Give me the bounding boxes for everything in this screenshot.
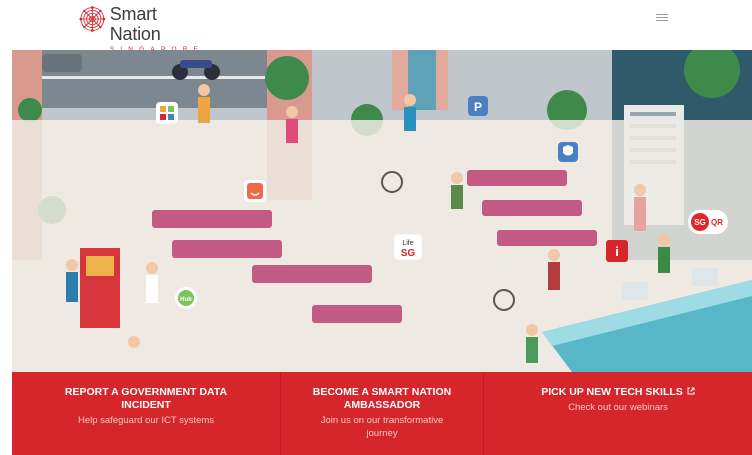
hamburger-icon-line <box>656 14 668 15</box>
info-badge-text: i <box>615 244 619 259</box>
lifesg-badge: Life SG <box>393 233 423 261</box>
sgqr-badge-qr: QR <box>711 218 723 227</box>
lifesg-badge-text-1: Life <box>402 240 413 247</box>
shield-app-badge-icon <box>558 142 578 162</box>
logo-title: Smart Nation <box>109 4 161 44</box>
action-bar: REPORT A GOVERNMENT DATA INCIDENT Help s… <box>12 372 752 455</box>
parking-badge: P <box>468 96 488 116</box>
hub-badge-text: Hub <box>180 297 192 303</box>
report-data-incident-title: REPORT A GOVERNMENT DATA INCIDENT <box>64 386 228 411</box>
sgqr-badge: SG QR <box>688 210 728 234</box>
become-ambassador-title: BECOME A SMART NATION AMBASSADOR <box>312 386 452 411</box>
smart-nation-logo-mark-icon <box>79 6 106 32</box>
hub-badge: Hub <box>175 287 197 309</box>
hamburger-menu-button[interactable] <box>654 12 670 26</box>
hero-illustration: Life SG SG QR P i Hub <box>12 50 752 372</box>
hamburger-icon-line <box>656 20 668 21</box>
tech-skills-title: PICK UP NEW TECH SKILLS <box>541 386 683 398</box>
sgqr-badge-sg: SG <box>694 218 706 227</box>
smiley-app-badge-icon <box>244 180 266 202</box>
app-grid-badge-icon <box>156 102 178 124</box>
external-link-icon <box>687 387 695 395</box>
become-ambassador-link[interactable]: BECOME A SMART NATION AMBASSADOR Join us… <box>280 372 483 455</box>
become-ambassador-subtitle: Join us on our transformative journey <box>320 415 444 439</box>
site-header: Smart Nation SINGAPORE <box>0 0 752 53</box>
smart-nation-logo[interactable]: Smart Nation SINGAPORE <box>78 4 208 53</box>
tech-skills-title-row: PICK UP NEW TECH SKILLS <box>484 386 752 399</box>
info-badge: i <box>606 240 628 262</box>
parking-badge-text: P <box>474 100 482 114</box>
tech-skills-link[interactable]: PICK UP NEW TECH SKILLS Check out our we… <box>483 372 752 455</box>
tech-skills-subtitle: Check out our webinars <box>568 402 668 413</box>
service-centre-illustration: Life SG SG QR P i Hub <box>12 50 752 372</box>
lifesg-badge-text-2: SG <box>401 248 416 259</box>
hamburger-icon-line <box>656 17 668 18</box>
report-data-incident-subtitle: Help safeguard our ICT systems <box>77 415 215 426</box>
report-data-incident-link[interactable]: REPORT A GOVERNMENT DATA INCIDENT Help s… <box>12 372 280 455</box>
kiosk-illustration <box>80 248 120 328</box>
